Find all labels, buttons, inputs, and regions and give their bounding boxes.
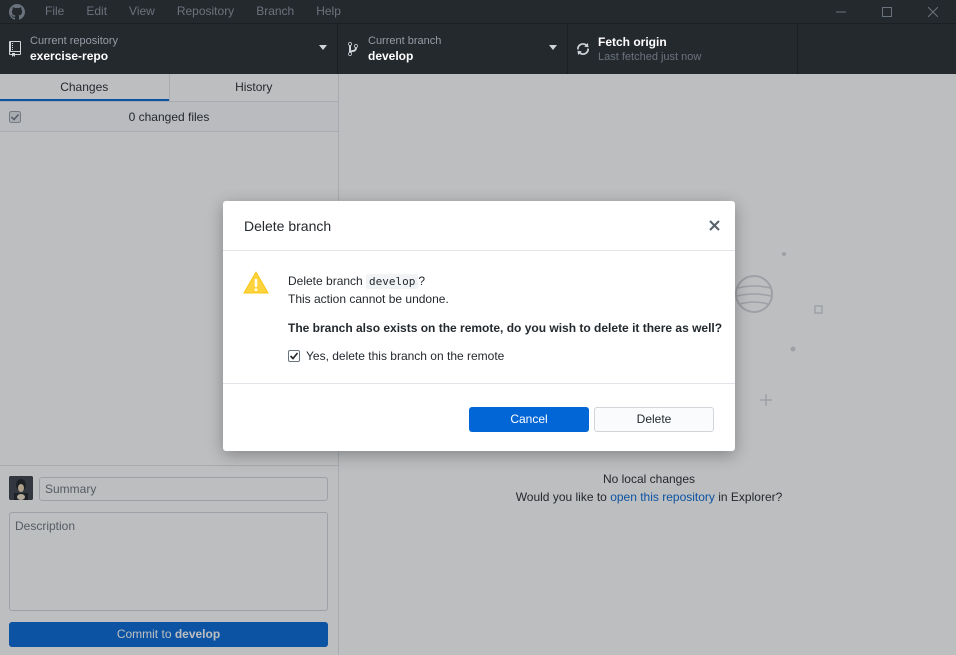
- delete-branch-dialog: Delete branch Delete branch develop? Thi…: [223, 201, 735, 451]
- title-bar: File Edit View Repository Branch Help: [0, 0, 956, 23]
- cancel-button[interactable]: Cancel: [469, 407, 589, 432]
- delete-remote-label: Yes, delete this branch on the remote: [306, 349, 505, 363]
- current-repository-value: exercise-repo: [30, 49, 109, 63]
- current-branch-value: develop: [368, 49, 414, 63]
- toolbar: Current repository exercise-repo Current…: [0, 23, 956, 74]
- delete-branch-prefix: Delete branch: [288, 274, 367, 288]
- maximize-icon: [882, 6, 892, 17]
- github-logo-icon: [0, 0, 34, 23]
- minimize-icon: [836, 11, 846, 12]
- sync-icon: [568, 41, 598, 57]
- branch-caret-down-icon: [549, 45, 557, 50]
- fetch-origin-title: Fetch origin: [598, 35, 667, 49]
- dialog-footer: Cancel Delete: [223, 385, 735, 451]
- menu-view[interactable]: View: [118, 0, 166, 23]
- dialog-close-button[interactable]: [707, 218, 721, 232]
- delete-remote-checkbox[interactable]: Yes, delete this branch on the remote: [288, 349, 504, 363]
- delete-button[interactable]: Delete: [594, 407, 714, 432]
- menu-file[interactable]: File: [34, 0, 75, 23]
- menu-edit[interactable]: Edit: [75, 0, 118, 23]
- repo-caret-down-icon: [319, 45, 327, 50]
- minimize-button[interactable]: [818, 0, 864, 23]
- checkbox-checked-icon: [288, 350, 300, 362]
- current-branch-label: Current branch: [368, 35, 442, 47]
- dialog-body: Delete branch develop? This action canno…: [223, 251, 735, 384]
- delete-branch-suffix: ?: [418, 274, 426, 288]
- repo-icon: [0, 41, 30, 57]
- current-branch-button[interactable]: Current branch develop: [338, 24, 568, 74]
- dialog-title: Delete branch: [244, 218, 332, 234]
- warning-icon: [243, 271, 269, 294]
- git-branch-icon: [338, 41, 368, 57]
- current-repository-button[interactable]: Current repository exercise-repo: [0, 24, 338, 74]
- dialog-header: Delete branch: [223, 201, 735, 251]
- maximize-button[interactable]: [864, 0, 910, 23]
- branch-name: develop: [366, 274, 419, 289]
- fetch-origin-button[interactable]: Fetch origin Last fetched just now: [568, 24, 798, 74]
- cannot-undo-message: This action cannot be undone.: [288, 292, 449, 306]
- fetch-origin-subtitle: Last fetched just now: [598, 51, 702, 63]
- menu-repository[interactable]: Repository: [166, 0, 245, 23]
- menu-help[interactable]: Help: [305, 0, 352, 23]
- delete-branch-message: Delete branch develop?: [288, 273, 425, 290]
- current-repository-label: Current repository: [30, 35, 119, 47]
- close-icon: [708, 219, 720, 231]
- remote-question: The branch also exists on the remote, do…: [288, 321, 723, 335]
- menu-branch[interactable]: Branch: [245, 0, 305, 23]
- window-close-icon: [928, 6, 938, 17]
- window-close-button[interactable]: [910, 0, 956, 23]
